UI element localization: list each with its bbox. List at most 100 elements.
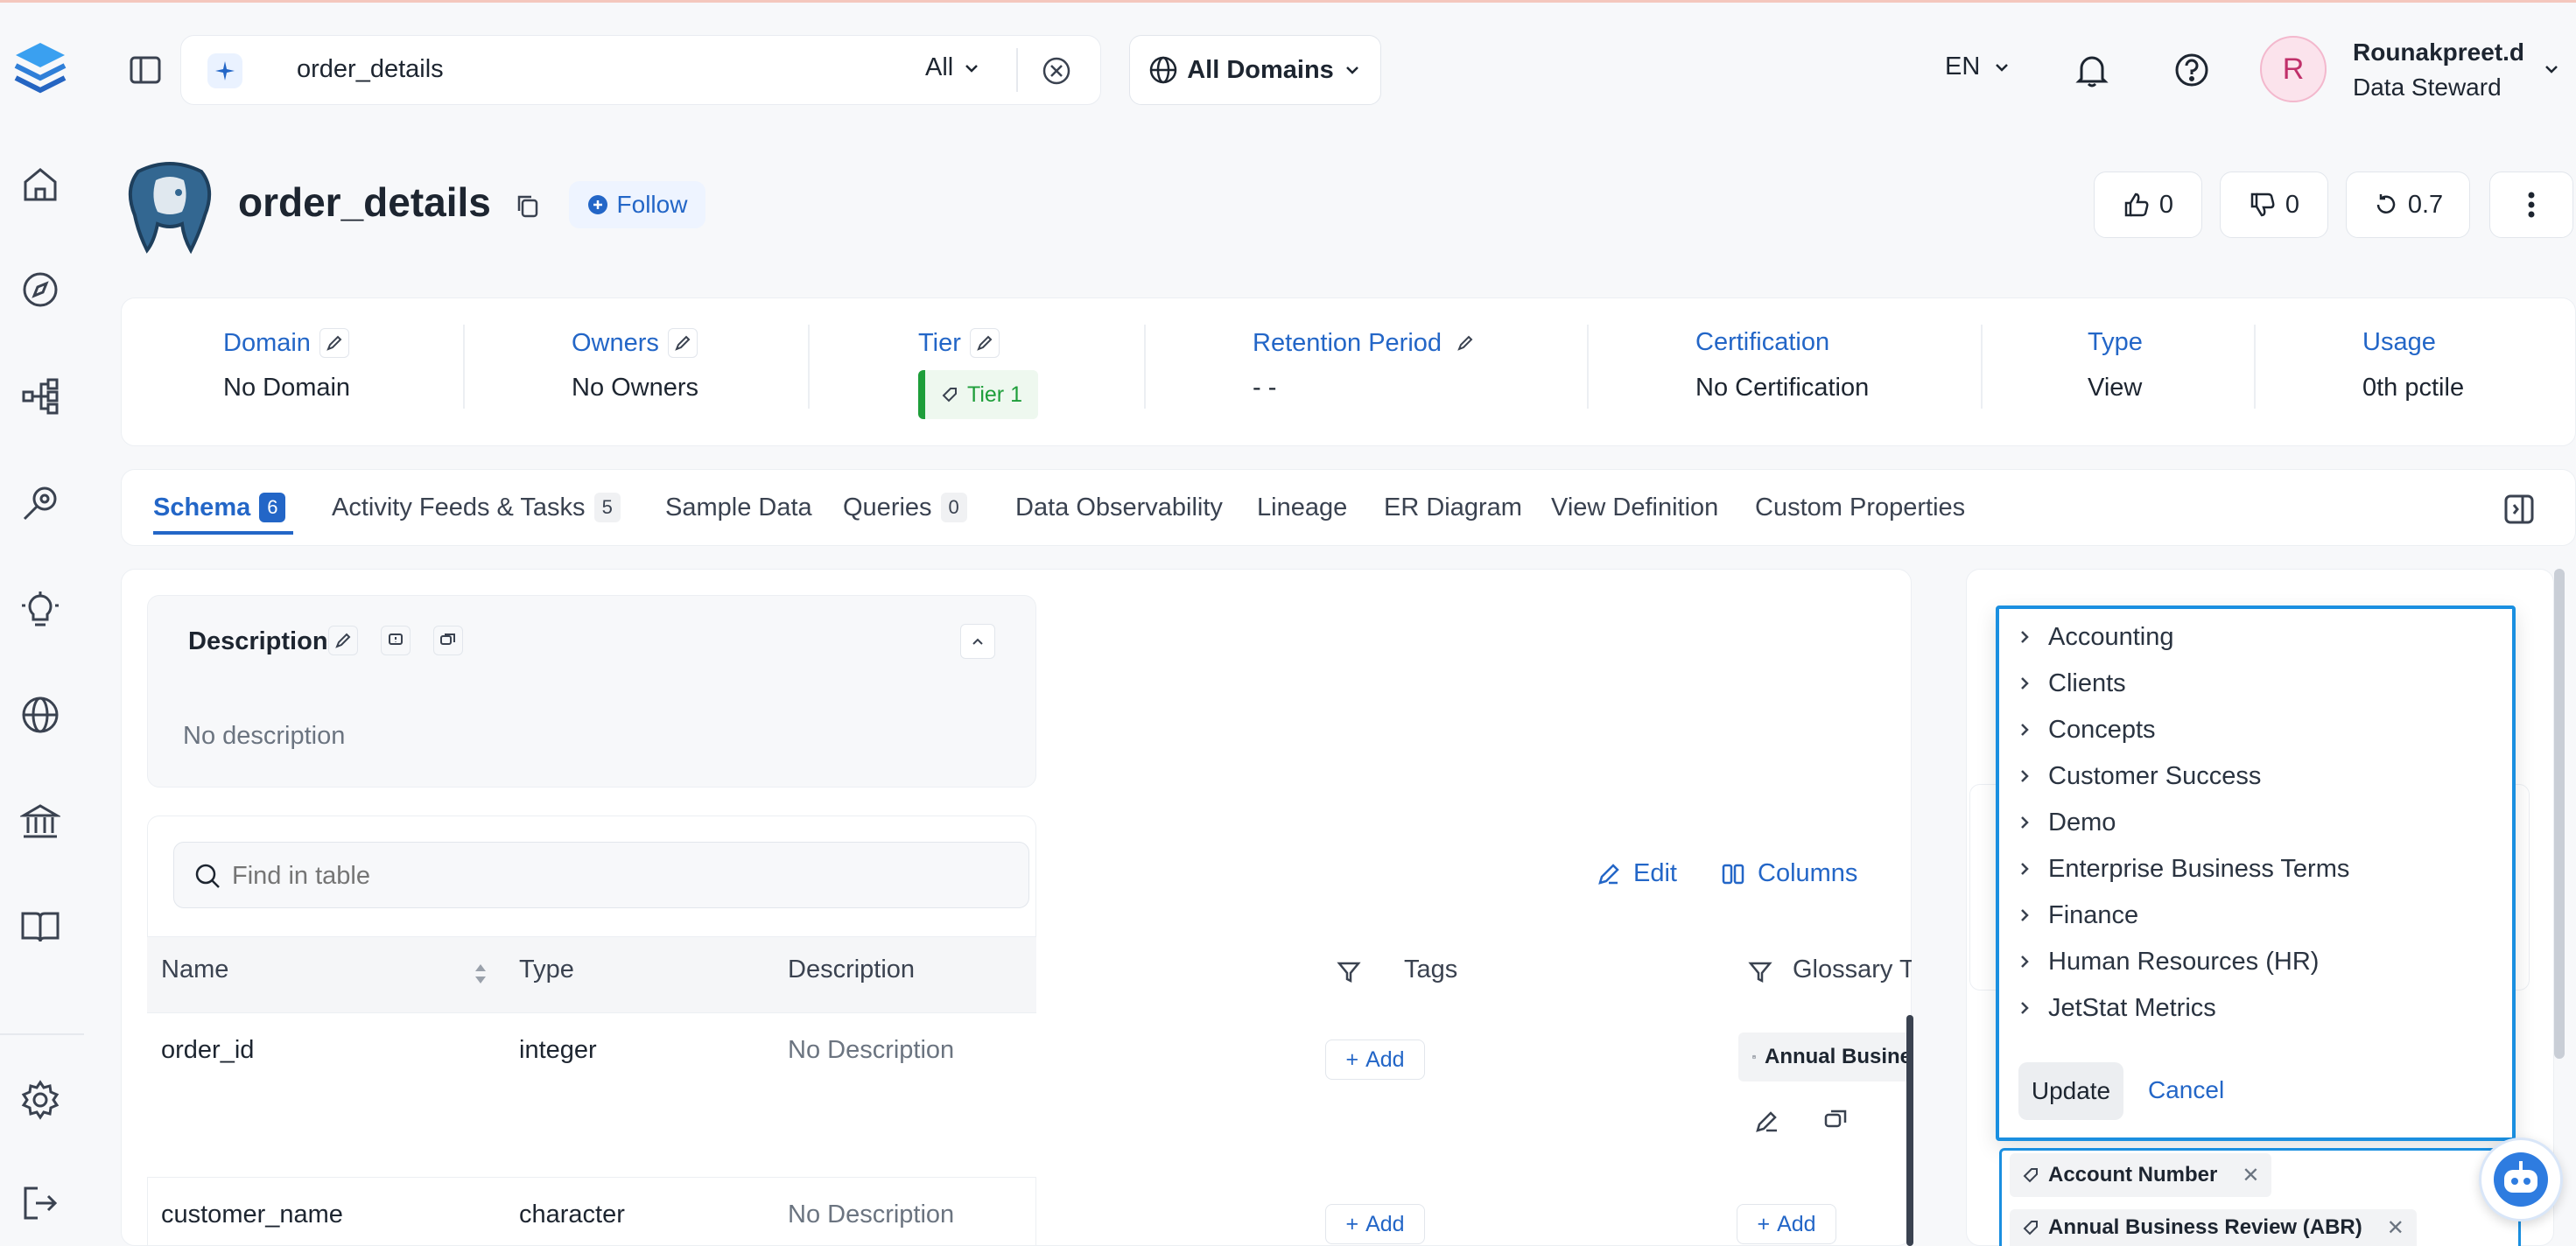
tree-item-clients[interactable]: Clients — [2018, 666, 2126, 701]
tree-item-label: JetStat Metrics — [2048, 993, 2216, 1022]
tab-er-diagram[interactable]: ER Diagram — [1384, 490, 1522, 525]
selected-term-chip: Account Number ✕ — [2010, 1153, 2272, 1197]
column-header-type[interactable]: Type — [519, 956, 574, 984]
usage-value: 0th pctile — [2362, 374, 2465, 402]
edit-owners-icon[interactable] — [667, 328, 698, 358]
tab-activity-feeds[interactable]: Activity Feeds & Tasks 5 — [332, 490, 621, 525]
tree-item-demo[interactable]: Demo — [2018, 805, 2116, 840]
edit-button[interactable]: Edit — [1597, 859, 1677, 888]
tab-custom-properties[interactable]: Custom Properties — [1755, 490, 1965, 525]
tree-item-customer-success[interactable]: Customer Success — [2018, 759, 2261, 794]
columns-button[interactable]: Columns — [1721, 859, 1857, 888]
column-header-name[interactable]: Name — [161, 956, 228, 984]
postgres-logo-icon — [121, 154, 219, 256]
conversation-icon[interactable] — [433, 626, 463, 655]
thumbs-up-icon — [2124, 192, 2149, 217]
search-scope-select[interactable]: All — [925, 53, 981, 82]
version-button[interactable]: 0.7 — [2346, 172, 2470, 238]
tree-item-label: Demo — [2048, 808, 2116, 836]
scrollbar[interactable] — [2554, 569, 2565, 1059]
observability-icon[interactable] — [16, 479, 65, 528]
logout-icon[interactable] — [16, 1179, 65, 1228]
edit-retention-icon[interactable] — [1450, 328, 1480, 358]
tab-view-definition[interactable]: View Definition — [1551, 490, 1718, 525]
search-divider — [1016, 48, 1018, 92]
follow-button[interactable]: Follow — [569, 181, 705, 228]
cell-name: customer_name — [161, 1200, 343, 1228]
column-header-description[interactable]: Description — [788, 956, 915, 984]
info-divider — [2254, 325, 2256, 409]
panel-toggle-icon[interactable] — [2502, 492, 2537, 527]
user-role: Data Steward — [2353, 74, 2502, 101]
chevron-right-icon — [2021, 677, 2029, 690]
column-header-glossary[interactable]: Glossary T — [1793, 956, 1912, 984]
retention-value: - - — [1253, 374, 1277, 402]
tab-lineage[interactable]: Lineage — [1257, 490, 1347, 525]
add-tag-button[interactable]: + Add — [1325, 1040, 1425, 1080]
avatar[interactable]: R — [2260, 36, 2327, 102]
edit-domain-icon[interactable] — [319, 328, 349, 358]
edit-glossary-icon[interactable] — [1754, 1108, 1780, 1134]
remove-term-icon[interactable]: ✕ — [2387, 1215, 2404, 1241]
selected-term-chip: Annual Business Review (ABR) ✕ — [2010, 1209, 2417, 1246]
retention-field: Retention Period — [1253, 328, 1480, 358]
tab-data-observability[interactable]: Data Observability — [1015, 490, 1223, 525]
help-icon[interactable] — [2172, 51, 2211, 89]
filter-icon[interactable] — [1747, 959, 1773, 985]
chevron-right-icon — [2021, 631, 2029, 643]
follow-label: Follow — [616, 191, 688, 218]
notifications-bell-icon[interactable] — [2073, 51, 2111, 89]
insights-bulb-icon[interactable] — [16, 585, 65, 634]
tab-sample-data[interactable]: Sample Data — [665, 490, 812, 525]
glossary-term-chip[interactable]: Annual Busine — [1738, 1032, 1912, 1082]
lineage-icon[interactable] — [16, 372, 65, 421]
add-tag-button[interactable]: + Add — [1325, 1204, 1425, 1244]
chevron-down-icon — [1345, 66, 1358, 74]
tab-queries[interactable]: Queries 0 — [843, 490, 967, 525]
search-input[interactable]: order_details — [297, 55, 444, 84]
update-button[interactable]: Update — [2018, 1062, 2123, 1120]
copy-icon[interactable] — [515, 192, 541, 219]
tree-item-enterprise-business-terms[interactable]: Enterprise Business Terms — [2018, 851, 2349, 886]
glossary-book-icon[interactable] — [16, 902, 65, 951]
settings-gear-icon[interactable] — [16, 1075, 65, 1124]
conversation-icon[interactable] — [1822, 1108, 1849, 1134]
sidebar-toggle-icon[interactable] — [126, 51, 165, 89]
chevron-right-icon — [2021, 956, 2029, 968]
language-select[interactable]: EN — [1945, 52, 2011, 81]
downvote-button[interactable]: 0 — [2220, 172, 2328, 238]
edit-tier-icon[interactable] — [969, 328, 1000, 358]
clear-search-icon[interactable] — [1041, 55, 1072, 87]
add-glossary-button[interactable]: + Add — [1737, 1204, 1836, 1244]
tree-item-accounting[interactable]: Accounting — [2018, 620, 2174, 654]
app-logo-icon[interactable] — [12, 38, 68, 104]
domains-dropdown[interactable]: All Domains — [1129, 35, 1381, 105]
tier-badge[interactable]: Tier 1 — [918, 370, 1038, 419]
tab-label: ER Diagram — [1384, 493, 1522, 522]
column-header-tags[interactable]: Tags — [1404, 956, 1457, 984]
chat-bot-button[interactable] — [2479, 1138, 2563, 1222]
upvote-button[interactable]: 0 — [2094, 172, 2202, 238]
home-icon[interactable] — [16, 160, 65, 209]
tab-schema[interactable]: Schema 6 — [153, 490, 286, 525]
add-label: Add — [1777, 1211, 1816, 1236]
governance-bank-icon[interactable] — [16, 797, 65, 846]
table-search-input[interactable] — [232, 858, 1002, 893]
cancel-button[interactable]: Cancel — [2148, 1076, 2224, 1104]
filter-icon[interactable] — [1336, 959, 1362, 985]
remove-term-icon[interactable]: ✕ — [2242, 1163, 2259, 1188]
domains-globe-icon[interactable] — [16, 690, 65, 739]
tree-item-human-resources[interactable]: Human Resources (HR) — [2018, 944, 2319, 979]
more-actions-button[interactable] — [2489, 172, 2573, 238]
collapse-chevron-up-icon[interactable] — [960, 624, 995, 659]
tree-item-concepts[interactable]: Concepts — [2018, 712, 2156, 747]
table-search[interactable] — [173, 842, 1029, 908]
tree-item-jetstat-metrics[interactable]: JetStat Metrics — [2018, 990, 2216, 1026]
edit-description-icon[interactable] — [328, 626, 358, 655]
explore-compass-icon[interactable] — [16, 265, 65, 314]
tag-icon — [2023, 1221, 2038, 1236]
sort-icon[interactable] — [473, 961, 488, 987]
tree-item-finance[interactable]: Finance — [2018, 898, 2138, 933]
user-menu-chevron-icon[interactable] — [2542, 60, 2561, 79]
request-description-icon[interactable] — [381, 626, 411, 655]
